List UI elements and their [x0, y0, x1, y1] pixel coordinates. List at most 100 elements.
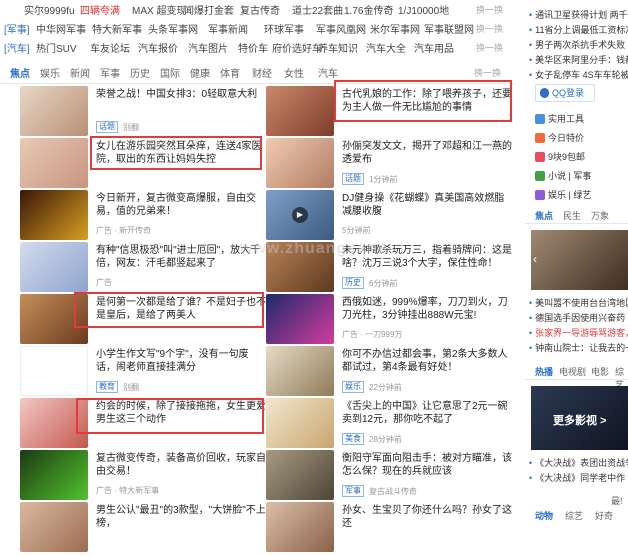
- feed-item[interactable]: 小学生作文写"9个字"，没有一句废话，闹老师直接挂满分 教育 别翻: [20, 346, 270, 400]
- feed-item[interactable]: 西俄如迷，999%爆率，刀刀到火，刀刀光柱，3分钟挂出888W元宝! 广告 · …: [266, 294, 516, 348]
- sidebar-news-item[interactable]: 钟南山院士：让我去的一定: [525, 341, 628, 356]
- article-title[interactable]: 衡阳守军面向阻击手：被对方瞄准，该怎么保？现在的兵就应该: [342, 452, 514, 478]
- nav-link[interactable]: 车友论坛: [90, 40, 130, 55]
- feed-item[interactable]: 今日新开，复古微变高爆服，自由交易，值的兄弟来！ 广告 · 新开传奇: [20, 190, 270, 244]
- tab-entertainment[interactable]: 娱乐: [40, 65, 60, 80]
- nav-link[interactable]: 1/J10000地: [398, 2, 449, 17]
- feed-item[interactable]: ▶ DJ健身操《花蝴蝶》真美国高效燃脂减腰收腹 5分钟前: [266, 190, 516, 244]
- feed-item[interactable]: 孙俪突发文文，揭开了邓超和江一燕的透爱布 话题 1分钟前: [266, 138, 516, 192]
- tab-finance[interactable]: 财经: [252, 65, 272, 80]
- tab-hot[interactable]: 热播: [535, 365, 553, 378]
- category-badge: 教育: [96, 381, 118, 393]
- service-item[interactable]: 实用工具: [535, 112, 584, 125]
- tab-sports[interactable]: 体育: [220, 65, 240, 80]
- sidebar-news-item[interactable]: 11省分上调最低工资标准: [525, 23, 628, 38]
- sidebar-news-item[interactable]: 女子乱停车 4S车车轮被人拆: [525, 68, 628, 83]
- tab-focus[interactable]: 焦点: [535, 209, 553, 222]
- video-promo-banner[interactable]: 更多影视 >: [531, 386, 628, 450]
- article-title[interactable]: 荣誉之战！中国女排3：0轻取意大利: [96, 88, 268, 101]
- article-title[interactable]: 西俄如迷，999%爆率，刀刀到火，刀刀光柱，3分钟挂出888W元宝!: [342, 296, 514, 322]
- nav-more-link[interactable]: 换一换: [476, 41, 503, 54]
- article-meta: 广告 · 一刀999万: [342, 329, 402, 340]
- sidebar-news-item[interactable]: 德国选手因使用兴奋药: [525, 311, 628, 326]
- article-meta: 话题 别翻: [96, 121, 139, 133]
- article-title[interactable]: DJ健身操《花蝴蝶》真美国高效燃脂减腰收腹: [342, 192, 514, 218]
- article-title[interactable]: 《舌尖上的中国》让它意思了2元一碗卖到12元，那你吃不起了: [342, 400, 514, 426]
- article-meta: 历史 6分钟前: [342, 277, 397, 289]
- tab-international[interactable]: 国际: [160, 65, 180, 80]
- nav-link[interactable]: 热门SUV: [36, 40, 77, 55]
- sidebar-news-item[interactable]: 美华区来阿里分手：钱都谈了: [525, 53, 628, 68]
- feed-item[interactable]: 《舌尖上的中国》让它意思了2元一碗卖到12元，那你吃不起了 美食 28分钟前: [266, 398, 516, 452]
- article-title[interactable]: 孙俪突发文文，揭开了邓超和江一燕的透爱布: [342, 140, 514, 166]
- article-title[interactable]: 复古微变传奇，装备高价回收，玩家自由交易！: [96, 452, 268, 478]
- nav-link[interactable]: 中华网军事: [36, 21, 86, 36]
- qq-login-button[interactable]: QQ登录: [535, 84, 595, 102]
- nav-link[interactable]: 军事风凰网: [316, 21, 366, 36]
- tab-news[interactable]: 新闻: [70, 65, 90, 80]
- tab-women[interactable]: 女性: [284, 65, 304, 80]
- service-item[interactable]: 娱乐 | 绿艺: [535, 188, 591, 201]
- nav-link[interactable]: 汽车报价: [138, 40, 178, 55]
- service-item[interactable]: 今日特价: [535, 131, 584, 144]
- chevron-left-icon[interactable]: ‹: [533, 252, 537, 266]
- nav-link[interactable]: 养车知识: [318, 40, 358, 55]
- nav-link[interactable]: 实尔9999fu: [24, 2, 75, 17]
- article-title[interactable]: 今日新开，复古微变高爆服，自由交易，值的兄弟来！: [96, 192, 268, 218]
- feed-item[interactable]: 有种"信思极恐"叫"进士厄回"，放大千倍，网友：汗毛都竖起来了 广告: [20, 242, 270, 296]
- tab-variety[interactable]: 万象: [591, 209, 609, 222]
- nav-link[interactable]: 道士22套曲: [292, 2, 343, 17]
- sidebar-feature-image[interactable]: ‹: [531, 230, 628, 290]
- article-title[interactable]: 你可不办信过都会事，第2条大多数人都试过，第4条最有好处！: [342, 348, 514, 374]
- play-icon[interactable]: ▶: [292, 207, 308, 223]
- refresh-link[interactable]: 换一换: [474, 66, 501, 79]
- nav-link[interactable]: 1.76金传奇: [344, 2, 393, 17]
- tab-variety[interactable]: 综艺: [565, 509, 583, 522]
- feed-item[interactable]: 孙女、生宝贝了你还什么吗？孙女了这还: [266, 502, 516, 556]
- sidebar-news-item[interactable]: 男子两次杀抗手术失败 妻子: [525, 38, 628, 53]
- nav-link[interactable]: 汽车大全: [366, 40, 406, 55]
- sidebar-news-item[interactable]: 《大决战》表团出资战争: [525, 456, 628, 471]
- tab-curious[interactable]: 好奇: [595, 509, 613, 522]
- service-item[interactable]: 小说 | 军事: [535, 169, 591, 182]
- feed-item[interactable]: 你可不办信过都会事，第2条大多数人都试过，第4条最有好处！ 娱乐 22分钟前: [266, 346, 516, 400]
- nav-link[interactable]: 复古传奇: [240, 2, 280, 17]
- nav-link[interactable]: MAX 超变现: [132, 2, 186, 17]
- nav-link[interactable]: 四辆夸满: [80, 2, 120, 17]
- nav-link[interactable]: 军事新闻: [208, 21, 248, 36]
- tab-animals[interactable]: 动物: [535, 509, 553, 522]
- nav-more-link[interactable]: 换一换: [476, 22, 503, 35]
- tab-movie[interactable]: 电影: [591, 365, 609, 378]
- article-title[interactable]: 男生公认"最丑"的3款型，"大饼脸"不上榜，: [96, 504, 268, 530]
- tab-auto[interactable]: 汽车: [318, 65, 338, 80]
- nav-link[interactable]: 闻爆打金套: [184, 2, 234, 17]
- nav-more-link[interactable]: 换一换: [476, 3, 503, 16]
- article-thumbnail: [266, 138, 334, 188]
- tab-focus[interactable]: 焦点: [10, 65, 30, 80]
- nav-link[interactable]: 头条军事网: [148, 21, 198, 36]
- nav-link[interactable]: 汽车用品: [414, 40, 454, 55]
- article-title[interactable]: 小学生作文写"9个字"，没有一句废话，闹老师直接挂满分: [96, 348, 268, 374]
- sidebar-news-item[interactable]: 美叫嚣不使用台台湾地区在: [525, 296, 628, 311]
- tab-livelihood[interactable]: 民生: [563, 209, 581, 222]
- tab-tv[interactable]: 电视剧: [559, 365, 586, 378]
- feed-item[interactable]: 荣誉之战！中国女排3：0轻取意大利 话题 别翻: [20, 86, 270, 140]
- nav-link[interactable]: 军事联盟网: [424, 21, 474, 36]
- nav-link[interactable]: 特大新军事: [92, 21, 142, 36]
- sidebar-news-item[interactable]: 张家界一导游辱骂游客，网: [525, 326, 628, 341]
- nav-link[interactable]: 米尔军事网: [370, 21, 420, 36]
- nav-link[interactable]: 环球军事: [264, 21, 304, 36]
- feed-item[interactable]: 男生公认"最丑"的3款型，"大饼脸"不上榜，: [20, 502, 270, 556]
- article-title[interactable]: 孙女、生宝贝了你还什么吗？孙女了这还: [342, 504, 514, 530]
- nav-link[interactable]: 特价车: [238, 40, 268, 55]
- nav-link[interactable]: 府价选好车: [272, 40, 322, 55]
- service-item[interactable]: 9块9包邮: [535, 150, 585, 163]
- sidebar-news-item[interactable]: 《大决战》同学老中作: [525, 471, 628, 486]
- tab-military[interactable]: 军事: [100, 65, 120, 80]
- nav-link[interactable]: 汽车图片: [188, 40, 228, 55]
- tab-history[interactable]: 历史: [130, 65, 150, 80]
- feed-item[interactable]: 衡阳守军面向阻击手：被对方瞄准，该怎么保？现在的兵就应该 军事 复古战斗传奇: [266, 450, 516, 504]
- feed-item[interactable]: 复古微变传奇，装备高价回收，玩家自由交易！ 广告 · 特大新军事: [20, 450, 270, 504]
- tab-health[interactable]: 健康: [190, 65, 210, 80]
- sidebar-news-item[interactable]: 通讯卫星获得计划 两千万中国人: [525, 8, 628, 23]
